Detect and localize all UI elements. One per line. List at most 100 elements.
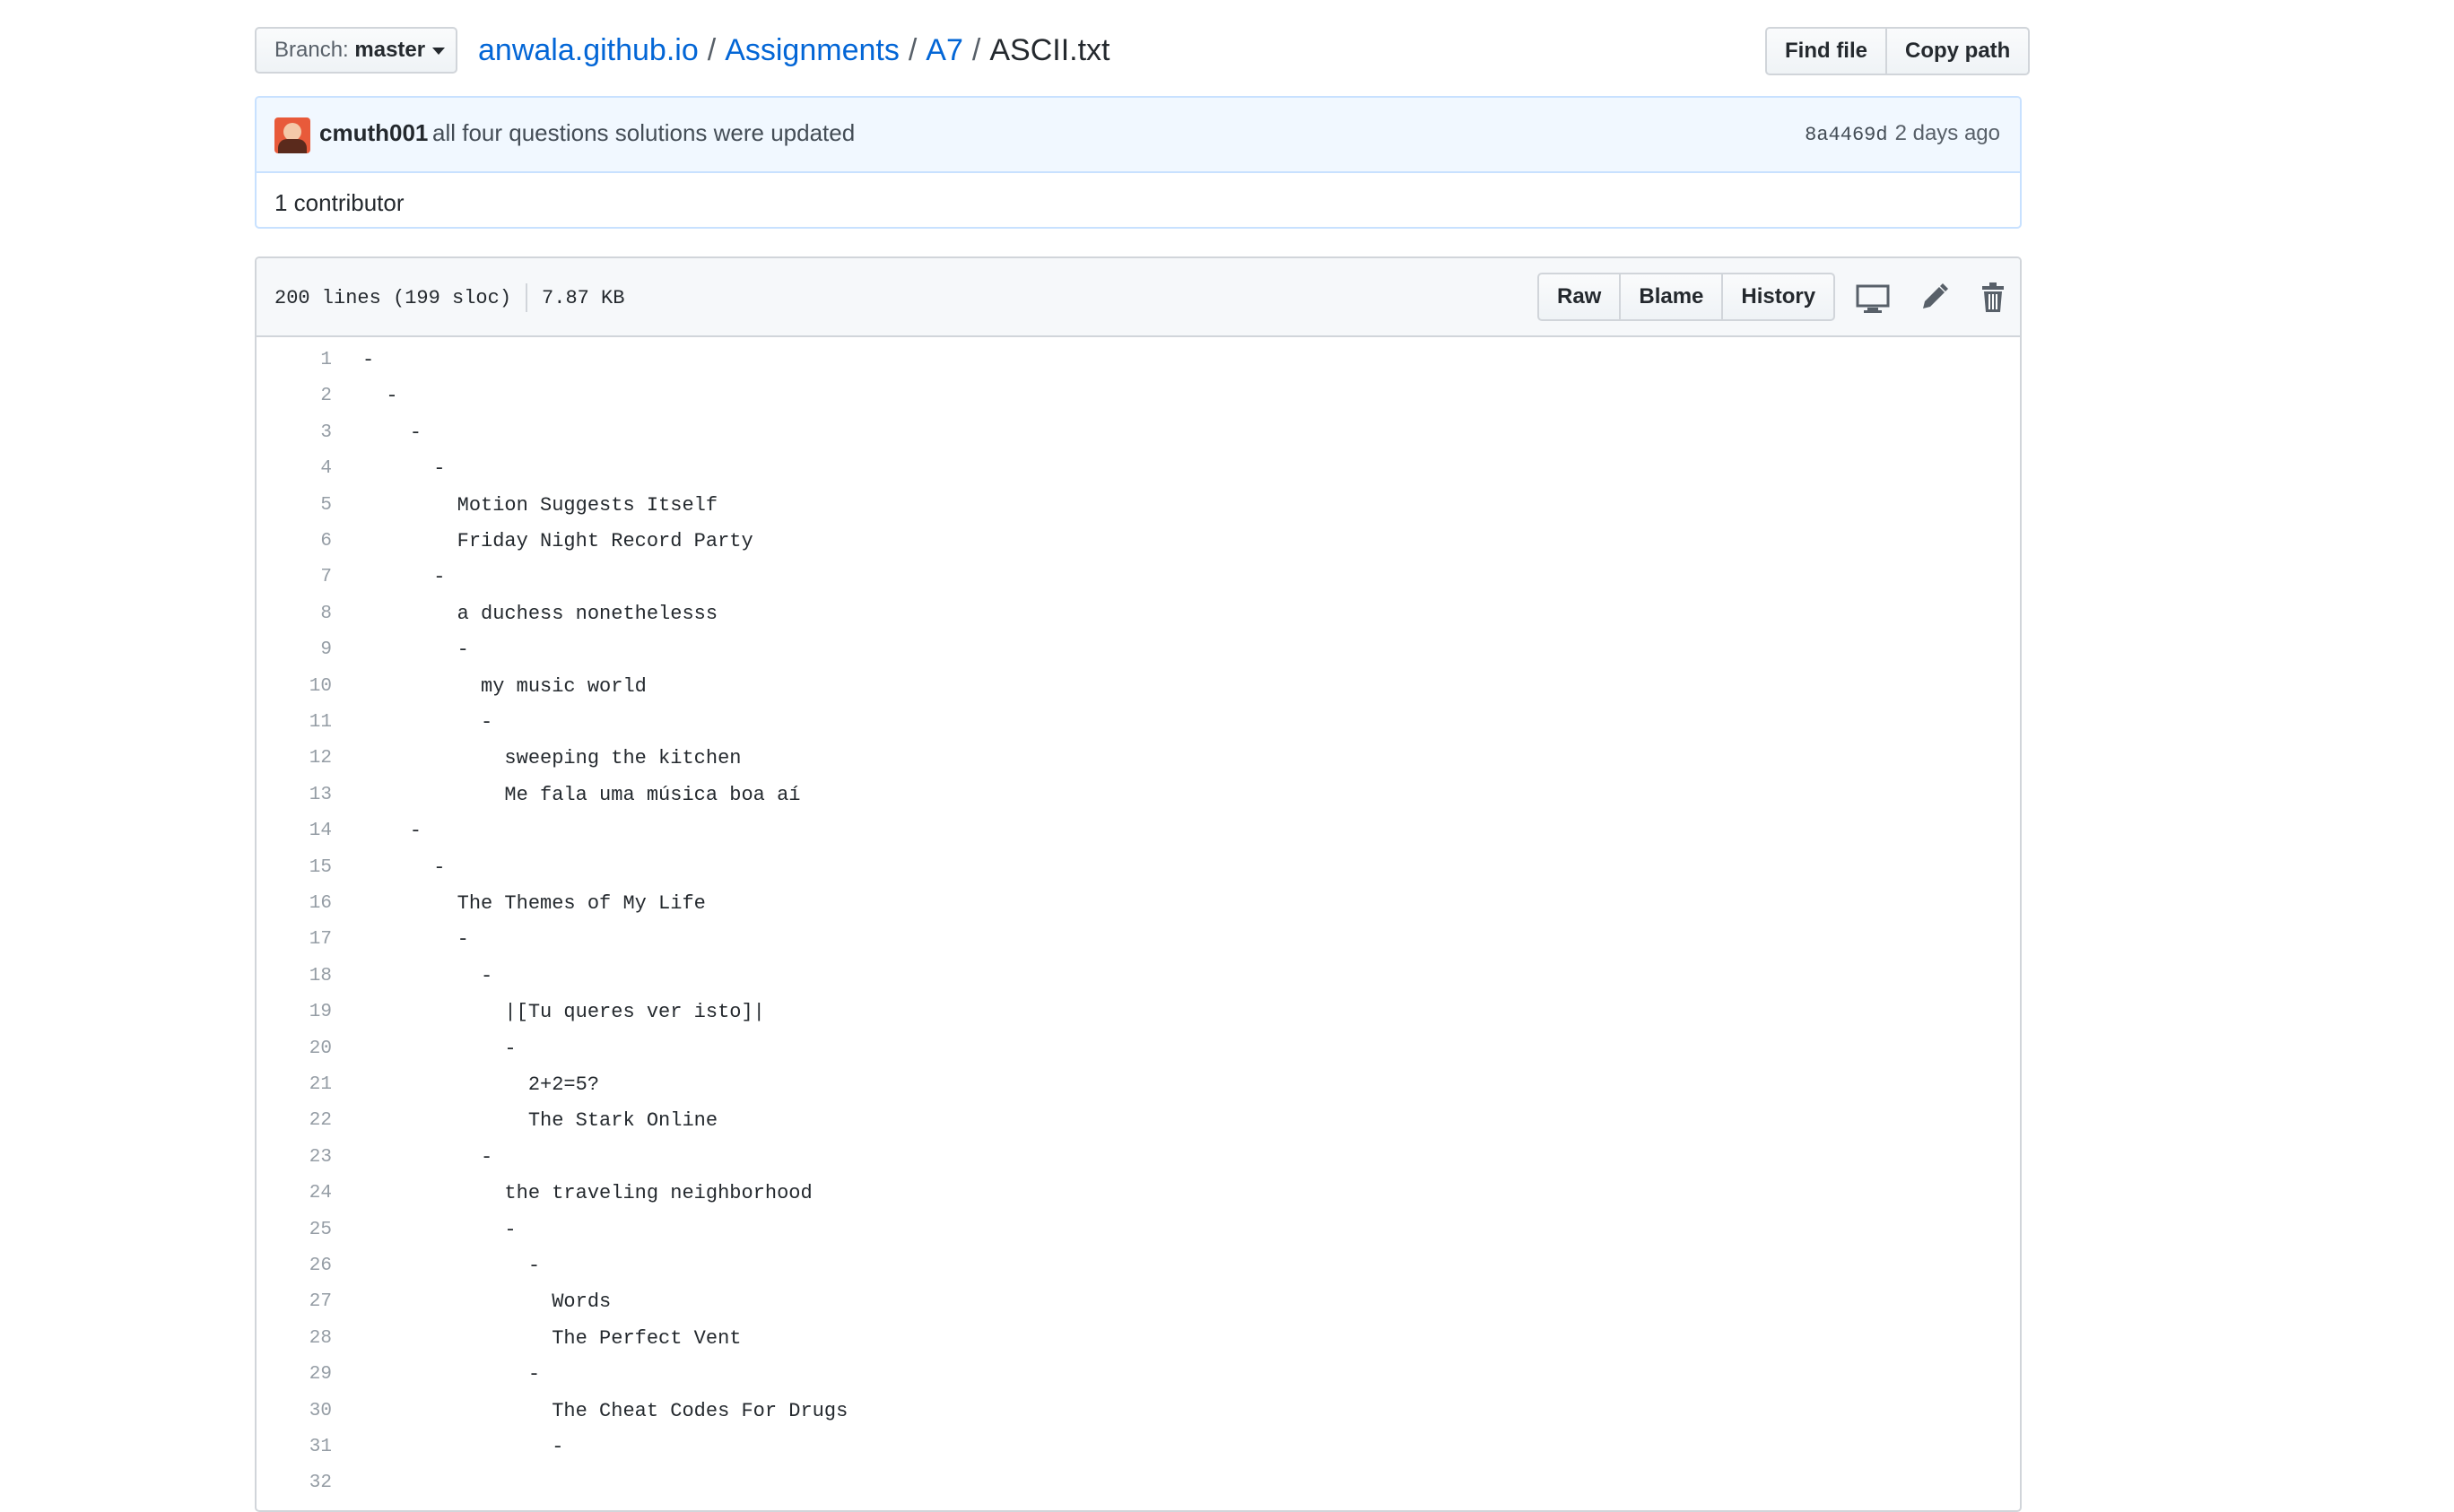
line-number[interactable]: 19 — [257, 995, 332, 1030]
code-line: 14 - — [257, 813, 2015, 849]
line-content: The Themes of My Life — [362, 892, 706, 915]
branch-value: master — [354, 38, 426, 62]
code-line: 5 Motion Suggests Itself — [257, 488, 2015, 524]
desktop-icon[interactable] — [1855, 282, 1891, 314]
code-line: 26 - — [257, 1248, 2015, 1284]
commit-sha-link[interactable]: 8a4469d — [1805, 124, 1887, 146]
line-number[interactable]: 32 — [257, 1465, 332, 1501]
line-number[interactable]: 23 — [257, 1140, 332, 1176]
breadcrumb-separator: / — [908, 33, 918, 67]
line-number[interactable]: 4 — [257, 451, 332, 487]
line-content: - — [362, 1218, 517, 1241]
file-header: 200 lines (199 sloc) 7.87 KB Raw Blame Hi… — [257, 258, 2020, 337]
commit-author-link[interactable]: cmuth001 — [319, 119, 428, 147]
line-content: - — [362, 820, 422, 843]
blame-button[interactable]: Blame — [1619, 273, 1724, 321]
line-number[interactable]: 11 — [257, 705, 332, 741]
commit-message-link[interactable]: all four questions solutions were update… — [432, 119, 855, 147]
line-content: - — [362, 566, 446, 589]
code-line: 28 The Perfect Vent — [257, 1321, 2015, 1357]
line-number[interactable]: 12 — [257, 741, 332, 777]
line-number[interactable]: 26 — [257, 1248, 332, 1284]
line-number[interactable]: 13 — [257, 778, 332, 813]
commit-time: 2 days ago — [1894, 121, 2000, 145]
line-number[interactable]: 20 — [257, 1031, 332, 1067]
line-content: Motion Suggests Itself — [362, 493, 718, 517]
breadcrumb-repo-link[interactable]: anwala.github.io — [478, 33, 699, 67]
line-number[interactable]: 28 — [257, 1321, 332, 1357]
code-line: 3 - — [257, 415, 2015, 451]
breadcrumb-separator: / — [707, 33, 717, 67]
line-content: - — [362, 349, 375, 371]
code-line: 24 the traveling neighborhood — [257, 1176, 2015, 1212]
code-line: 31 - — [257, 1429, 2015, 1465]
code-line: 12 sweeping the kitchen — [257, 741, 2015, 777]
line-number[interactable]: 1 — [257, 343, 332, 378]
line-number[interactable]: 29 — [257, 1357, 332, 1393]
line-content: Words — [362, 1290, 612, 1314]
file-line-count: 200 lines (199 sloc) — [274, 286, 512, 309]
line-number[interactable]: 5 — [257, 488, 332, 524]
line-number[interactable]: 6 — [257, 524, 332, 560]
file-size: 7.87 KB — [542, 286, 625, 309]
line-number[interactable]: 3 — [257, 415, 332, 451]
code-line: 18 - — [257, 959, 2015, 995]
contributors-count[interactable]: 1 contributor — [274, 189, 405, 217]
line-content: sweeping the kitchen — [362, 747, 742, 770]
code-line: 17 - — [257, 922, 2015, 958]
line-content: - — [362, 1255, 541, 1277]
raw-button[interactable]: Raw — [1537, 273, 1622, 321]
file-info: 200 lines (199 sloc) 7.87 KB — [274, 283, 624, 312]
code-line: 10 my music world — [257, 669, 2015, 705]
line-number[interactable]: 7 — [257, 560, 332, 595]
line-number[interactable]: 31 — [257, 1429, 332, 1465]
line-number[interactable]: 16 — [257, 886, 332, 922]
line-content: - — [362, 856, 446, 879]
line-number[interactable]: 17 — [257, 922, 332, 958]
branch-selector-button[interactable]: Branch: master — [255, 27, 457, 74]
code-line: 4 - — [257, 451, 2015, 487]
code-line: 1- — [257, 343, 2015, 378]
line-number[interactable]: 18 — [257, 959, 332, 995]
line-number[interactable]: 10 — [257, 669, 332, 705]
line-number[interactable]: 25 — [257, 1212, 332, 1248]
code-line: 29 - — [257, 1357, 2015, 1393]
commit-meta: 8a4469d 2 days ago — [1805, 121, 2000, 146]
line-number[interactable]: 30 — [257, 1394, 332, 1429]
line-content: 2+2=5? — [362, 1073, 600, 1096]
line-number[interactable]: 14 — [257, 813, 332, 849]
line-content: - — [362, 385, 398, 408]
history-button[interactable]: History — [1721, 273, 1836, 321]
branch-label: Branch: — [274, 38, 349, 62]
line-content: - — [362, 457, 446, 481]
trash-icon[interactable] — [1975, 282, 2011, 314]
line-number[interactable]: 9 — [257, 632, 332, 668]
line-number[interactable]: 2 — [257, 378, 332, 414]
code-line: 23 - — [257, 1140, 2015, 1176]
line-content: my music world — [362, 674, 647, 698]
code-line: 2 - — [257, 378, 2015, 414]
file-navigation-buttons: Find file Copy path — [1765, 27, 2031, 75]
code-line: 7 - — [257, 560, 2015, 595]
find-file-button[interactable]: Find file — [1765, 27, 1887, 75]
avatar[interactable] — [274, 117, 310, 153]
line-number[interactable]: 21 — [257, 1067, 332, 1103]
line-number[interactable]: 22 — [257, 1103, 332, 1139]
code-line: 19 |[Tu queres ver isto]| — [257, 995, 2015, 1030]
line-content: - — [362, 928, 469, 952]
pencil-icon[interactable] — [1916, 282, 1952, 314]
line-content: - — [362, 1436, 564, 1458]
code-line: 30 The Cheat Codes For Drugs — [257, 1394, 2015, 1429]
code-line: 20 - — [257, 1031, 2015, 1067]
copy-path-button[interactable]: Copy path — [1885, 27, 2031, 75]
line-content: - — [362, 964, 493, 987]
line-number[interactable]: 24 — [257, 1176, 332, 1212]
line-number[interactable]: 15 — [257, 850, 332, 886]
line-number[interactable]: 27 — [257, 1284, 332, 1320]
breadcrumb-folder-a7[interactable]: A7 — [926, 33, 963, 67]
code-line: 27 Words — [257, 1284, 2015, 1320]
breadcrumb: anwala.github.io / Assignments / A7/ASCII.tx… — [478, 30, 1110, 70]
breadcrumb-folder-assignments[interactable]: Assignments — [725, 33, 900, 67]
breadcrumb-file-name: ASCII.txt — [989, 33, 1110, 67]
line-number[interactable]: 8 — [257, 596, 332, 632]
